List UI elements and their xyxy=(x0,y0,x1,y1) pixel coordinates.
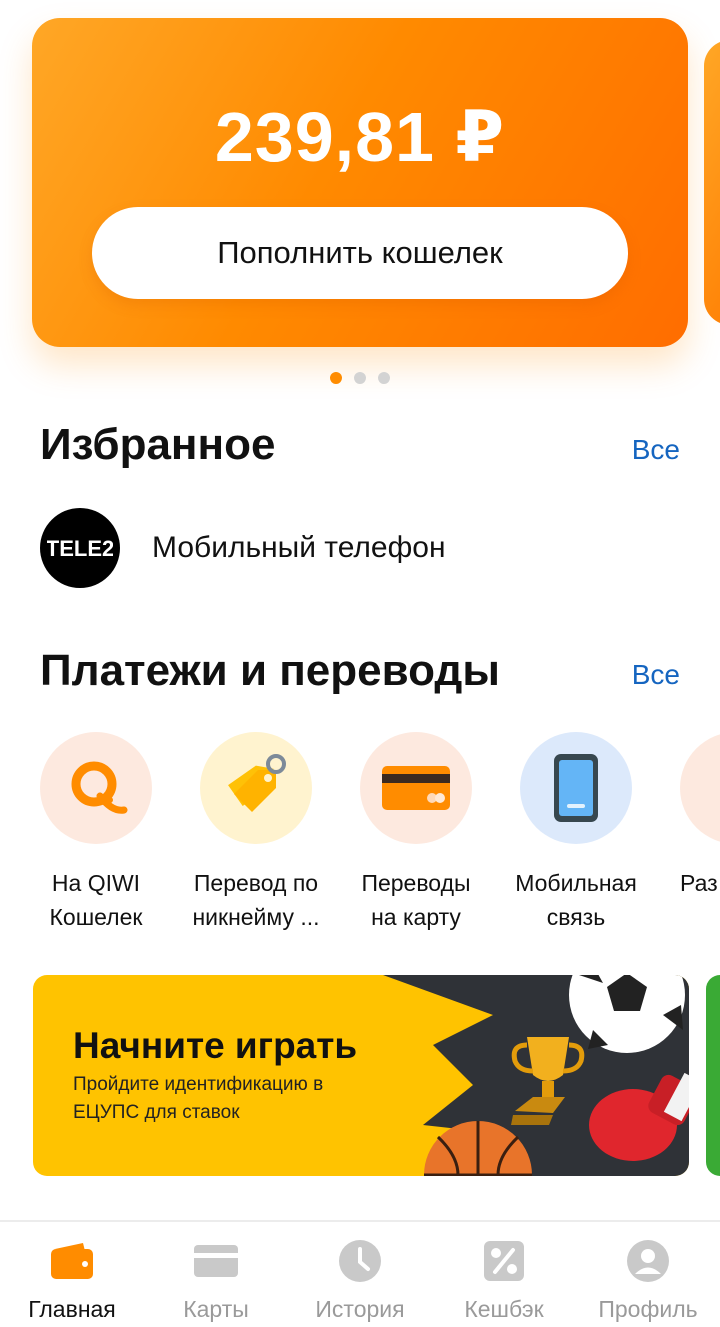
pagination-dot xyxy=(378,372,390,384)
promo-banner-betting[interactable]: Начните играть Пройдите идентификацию в … xyxy=(33,975,689,1176)
nav-label: Профиль xyxy=(598,1296,698,1322)
nav-item-history[interactable]: История xyxy=(288,1222,432,1327)
payment-item-label: никнейму ... xyxy=(192,904,320,930)
nav-label: Кешбэк xyxy=(464,1296,544,1322)
nav-label: История xyxy=(315,1296,405,1322)
nav-item-profile[interactable]: Профиль xyxy=(576,1222,720,1327)
payment-item-card[interactable]: Переводы на карту xyxy=(336,732,496,932)
nav-label: Карты xyxy=(183,1296,249,1322)
profile-icon xyxy=(626,1240,670,1282)
nav-item-cards[interactable]: Карты xyxy=(144,1222,288,1327)
pagination-dot-active xyxy=(330,372,342,384)
payments-see-all-link[interactable]: Все xyxy=(632,659,680,691)
price-tag-icon xyxy=(200,732,312,844)
percent-icon xyxy=(483,1240,525,1282)
tele2-logo-icon: TELE2 xyxy=(40,508,120,588)
balance-carousel[interactable]: 239,81 ₽ Пополнить кошелек xyxy=(0,0,720,400)
nav-label: Главная xyxy=(28,1296,116,1322)
smartphone-icon xyxy=(520,732,632,844)
payment-item-label: Кошелек xyxy=(49,904,143,930)
pagination-dot xyxy=(354,372,366,384)
bottom-navigation: Главная Карты История Кешбэк Профиль xyxy=(0,1220,720,1327)
trophy-icon xyxy=(680,732,720,844)
wallet-icon xyxy=(49,1240,95,1282)
next-card-peek[interactable] xyxy=(704,40,720,325)
nav-item-cashback[interactable]: Кешбэк xyxy=(432,1222,576,1327)
nav-item-home[interactable]: Главная xyxy=(0,1222,144,1327)
payment-item-nickname[interactable]: Перевод по никнейму ... xyxy=(176,732,336,932)
balance-card[interactable]: 239,81 ₽ Пополнить кошелек xyxy=(32,18,688,347)
payment-item-label: На QIWI xyxy=(51,870,141,896)
balance-amount: 239,81 ₽ xyxy=(214,98,506,176)
payment-item-label: Раз xyxy=(680,870,718,896)
next-banner-peek[interactable] xyxy=(706,975,720,1176)
favorite-item-mobile[interactable]: TELE2 Мобильный телефон xyxy=(40,508,446,588)
promo-title: Начните играть xyxy=(73,1025,358,1066)
card-icon xyxy=(193,1240,239,1282)
payment-item-mobile[interactable]: Мобильная связь xyxy=(496,732,656,932)
favorites-see-all-link[interactable]: Все xyxy=(632,434,680,466)
payment-item-partial[interactable]: Раз xyxy=(656,732,720,900)
payment-item-label: связь xyxy=(546,904,606,930)
payment-item-qiwi[interactable]: На QIWI Кошелек xyxy=(16,732,176,932)
carousel-pagination xyxy=(0,372,720,384)
qiwi-icon xyxy=(40,732,152,844)
promo-subtitle: Пройдите идентификацию в ЕЦУПС для ставо… xyxy=(73,1074,324,1123)
payment-item-label: Переводы xyxy=(361,870,471,896)
favorite-item-label: Мобильный телефон xyxy=(152,531,446,564)
payments-title: Платежи и переводы xyxy=(40,646,500,695)
payment-item-label: Перевод по xyxy=(193,870,319,896)
payment-item-label: Мобильная xyxy=(515,870,637,896)
bank-card-icon xyxy=(360,732,472,844)
clock-icon xyxy=(338,1240,382,1282)
favorites-title: Избранное xyxy=(40,420,276,469)
svg-text:TELE2: TELE2 xyxy=(47,536,113,561)
payments-list[interactable]: На QIWI Кошелек Перевод по никнейму ... xyxy=(0,732,720,932)
topup-wallet-button[interactable]: Пополнить кошелек xyxy=(92,207,628,299)
payment-item-label: на карту xyxy=(371,904,461,930)
